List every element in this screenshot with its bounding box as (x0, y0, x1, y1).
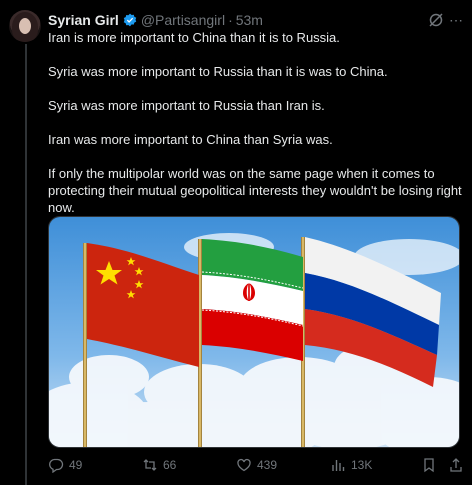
tweet-paragraph: Iran was more important to China than Sy… (48, 132, 333, 147)
share-icon (450, 458, 462, 472)
author-handle[interactable]: @Partisangirl (141, 12, 225, 28)
repost-button[interactable]: 66 (142, 457, 176, 473)
repost-count: 66 (163, 458, 177, 472)
views-chart-icon (332, 460, 345, 471)
flag-pole (83, 243, 87, 447)
views-button[interactable]: 13K (330, 457, 372, 473)
bookmark-icon (424, 458, 434, 473)
flags-image (49, 217, 459, 447)
tweet-paragraph: Iran is more important to China than it … (48, 30, 340, 45)
tweet-paragraph: If only the multipolar world was on the … (48, 166, 462, 215)
thread-line (25, 44, 27, 485)
tweet-image[interactable] (48, 216, 460, 448)
more-options-icon[interactable]: ⋯ (449, 12, 463, 28)
reply-count: 49 (69, 458, 83, 472)
heart-icon (237, 458, 251, 472)
tweet[interactable]: Syrian Girl @Partisangirl · 53m ⋯ Iran i… (0, 0, 472, 485)
like-button[interactable]: 439 (236, 457, 277, 473)
bookmark-button[interactable] (421, 457, 442, 473)
action-bar: 49 66 439 13K (48, 455, 466, 475)
tweet-paragraph: Syria was more important to Russia than … (48, 64, 388, 79)
tweet-time[interactable]: 53m (236, 12, 263, 28)
tweet-header: Syrian Girl @Partisangirl · 53m (48, 11, 462, 29)
tweet-text: Iran is more important to China than it … (48, 29, 463, 216)
like-count: 439 (257, 458, 278, 472)
author-name[interactable]: Syrian Girl (48, 12, 119, 28)
grok-icon[interactable] (428, 12, 444, 28)
avatar[interactable] (9, 10, 41, 42)
verified-badge-icon (123, 13, 137, 27)
reply-icon (49, 458, 64, 473)
iran-flag (201, 239, 304, 361)
reply-button[interactable]: 49 (48, 457, 82, 473)
tweet-paragraph: Syria was more important to Russia than … (48, 98, 325, 113)
separator-dot: · (228, 12, 233, 28)
views-count: 13K (351, 458, 373, 472)
repost-icon (143, 459, 157, 471)
share-button[interactable] (448, 457, 469, 473)
